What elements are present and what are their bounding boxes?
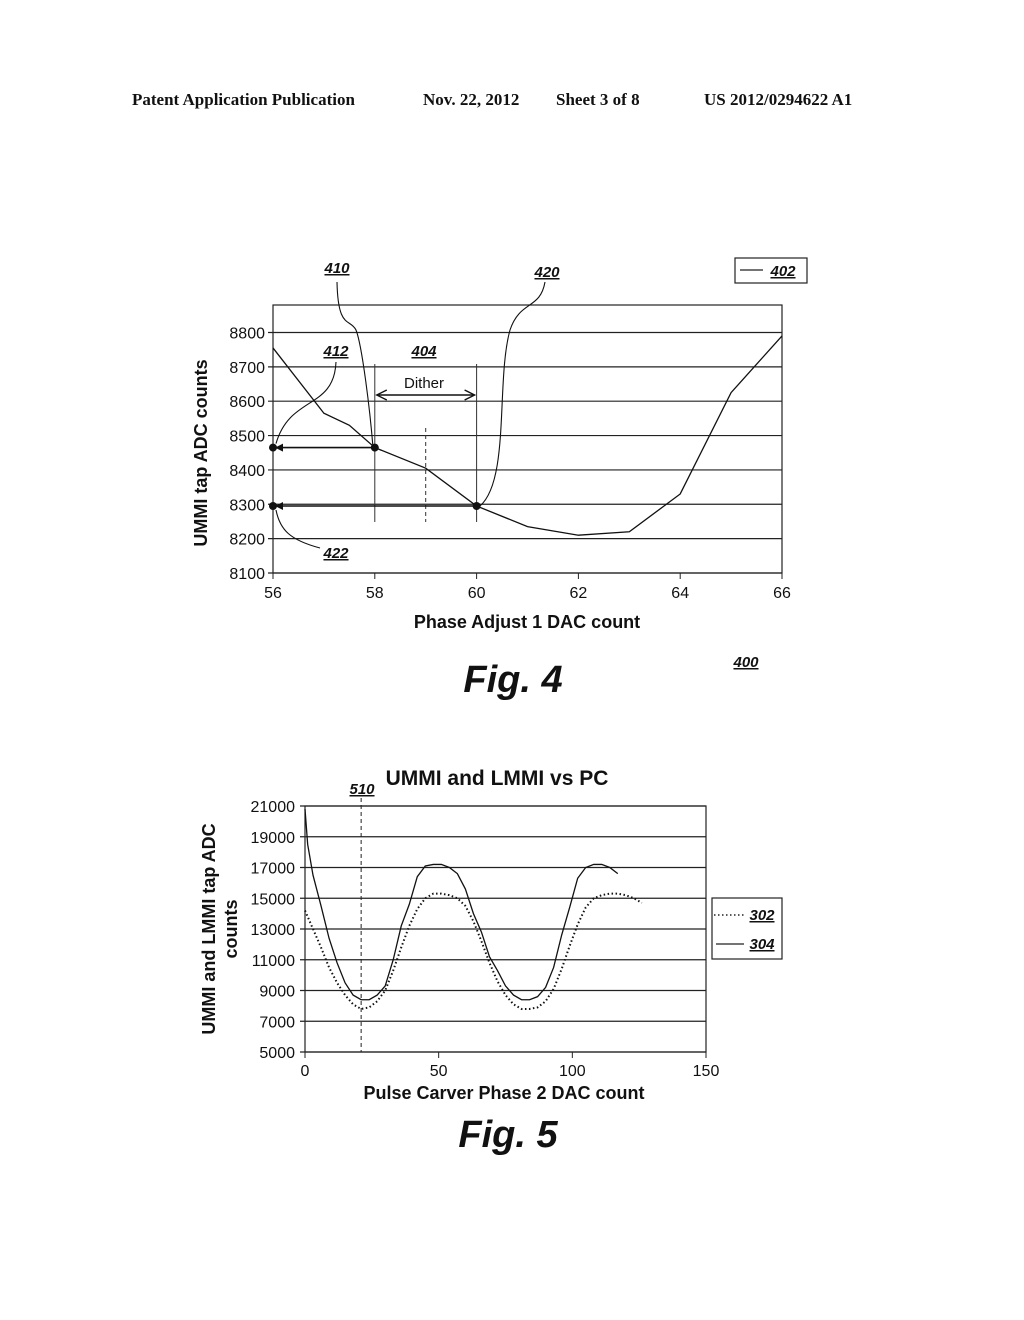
fig5-y-tick-label: 5000	[259, 1045, 295, 1062]
ref-510: 510	[349, 781, 375, 798]
ref-412: 412	[322, 343, 349, 360]
legend-label-402: 402	[769, 263, 796, 280]
legend-label-304: 304	[749, 936, 775, 953]
legend-label-302: 302	[749, 907, 775, 924]
axis-point-412	[269, 443, 277, 452]
fig4-figure-label: Fig. 4	[463, 659, 562, 701]
fig5-y-tick-label: 13000	[251, 922, 296, 939]
fig4-x-tick-label: 56	[264, 585, 282, 602]
fig4-x-tick-label: 58	[366, 585, 384, 602]
fig4-legend: 402	[734, 257, 808, 284]
fig4-y-tick-label: 8400	[229, 463, 265, 480]
fig5-x-tick-label: 150	[693, 1063, 720, 1080]
dither-label: Dither	[404, 375, 444, 392]
fig5-y-tick-label: 21000	[251, 799, 296, 816]
fig4-x-tick-label: 66	[773, 585, 791, 602]
fig4-y-tick-label: 8500	[229, 429, 265, 446]
fig4-y-tick-label: 8200	[229, 532, 265, 549]
fig4-y-tick-label: 8700	[229, 360, 265, 377]
fig5-y-tick-label: 7000	[259, 1014, 295, 1031]
fig4-chart: 8100 8200 8300 8400 8500 8600 8700 8800 56 58 60 62…	[191, 257, 808, 701]
ref-422: 422	[322, 545, 349, 562]
fig5-plot-frame	[304, 805, 707, 1053]
ref-404: 404	[410, 343, 437, 360]
ref-420: 420	[533, 264, 560, 281]
fig5-y-tick-label: 17000	[251, 861, 296, 878]
ref-410: 410	[323, 260, 350, 277]
axis-point-422	[269, 502, 277, 510]
fig4-y-tick-label: 8800	[229, 325, 265, 342]
fig5-series-304-line	[304, 809, 619, 1001]
fig5-y-tick-label: 11000	[252, 953, 295, 970]
fig5-legend: 302 304	[711, 897, 783, 960]
fig4-x-axis-label: Phase Adjust 1 DAC count	[414, 612, 640, 632]
fig4-x-tick-label: 62	[570, 585, 588, 602]
leader-410	[336, 281, 374, 448]
fig4-y-tick-label: 8300	[229, 497, 265, 514]
fig5-y-axis-label-line2: counts	[221, 899, 241, 958]
fig5-figure-label: Fig. 5	[458, 1114, 558, 1156]
fig4-y-tick-label: 8600	[229, 394, 265, 411]
leader-412	[275, 361, 337, 444]
data-point-410	[370, 443, 379, 452]
fig5-x-tick-label: 100	[559, 1063, 586, 1080]
fig4-ref-400: 400	[732, 654, 759, 671]
fig4-y-tick-label: 8100	[229, 566, 265, 583]
data-point-420	[472, 502, 481, 510]
fig5-x-axis-label: Pulse Carver Phase 2 DAC count	[363, 1083, 644, 1103]
fig4-y-axis-label: UMMI tap ADC counts	[191, 359, 211, 546]
fig5-y-tick-label: 15000	[251, 891, 296, 908]
fig5-x-tick-label: 0	[301, 1063, 310, 1080]
fig4-x-tick-label: 64	[671, 585, 689, 602]
fig5-y-tick-label: 9000	[259, 984, 295, 1001]
leader-422	[275, 509, 321, 549]
fig4-x-tick-label: 60	[468, 585, 486, 602]
fig5-x-tick-label: 50	[430, 1063, 448, 1080]
fig5-y-axis-label-line1: UMMI and LMMI tap ADC	[199, 823, 219, 1034]
fig5-title: UMMI and LMMI vs PC	[386, 767, 609, 790]
fig5-series-302-line	[304, 892, 643, 1011]
fig5-y-tick-label: 19000	[251, 830, 296, 847]
leader-420	[479, 281, 546, 507]
fig4-plot-frame	[272, 304, 783, 574]
